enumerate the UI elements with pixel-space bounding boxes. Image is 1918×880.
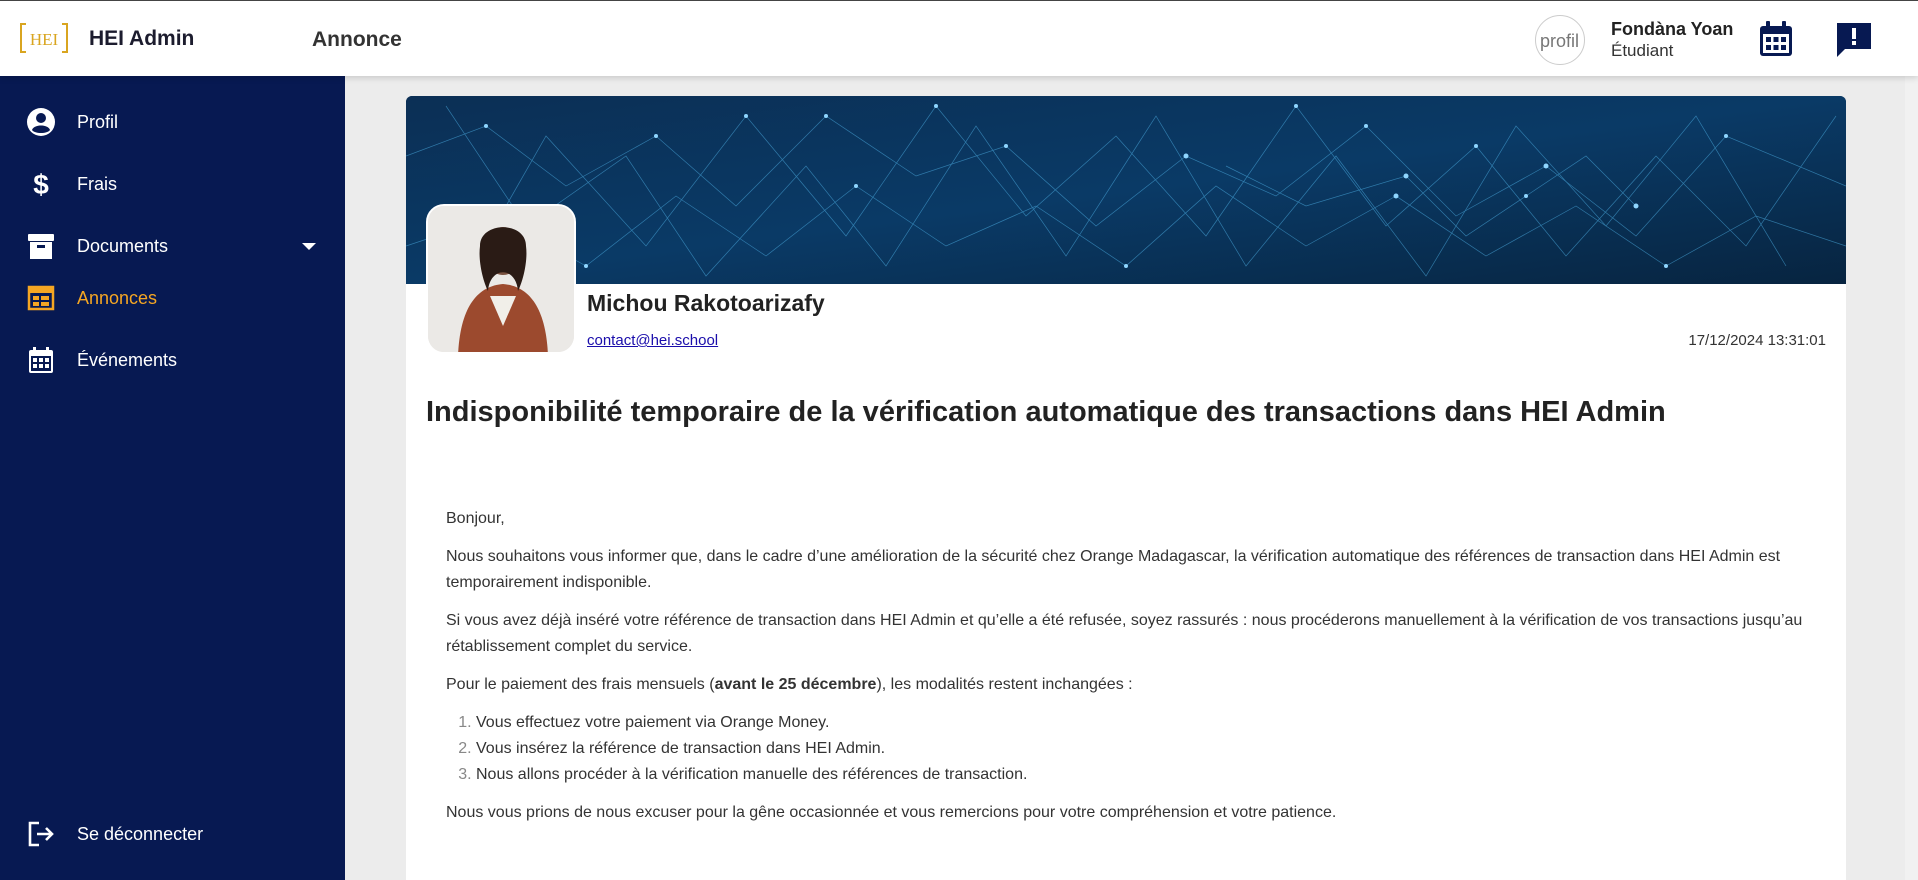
hei-logo: HEI (20, 23, 68, 53)
sidebar: Profil $ Frais Documents Annonces Événem… (0, 76, 345, 880)
list-item: Vous insérez la référence de transaction… (476, 736, 1826, 762)
user-name: Fondàna Yoan (1611, 19, 1734, 39)
author-name: Michou Rakotoarizafy (587, 290, 825, 316)
post-paragraph: Si vous avez déjà inséré votre référence… (446, 612, 1803, 655)
sidebar-item-label: Profil (77, 111, 119, 132)
sidebar-item-profil[interactable]: Profil (0, 98, 345, 146)
sidebar-item-documents[interactable]: Documents (0, 222, 345, 270)
logout-label: Se déconnecter (77, 823, 204, 844)
sidebar-item-label: Annonces (77, 287, 158, 308)
author-email-link[interactable]: contact@hei.school (587, 332, 718, 349)
top-bar: HEI HEI Admin Annonce profil Fondàna Yoa… (0, 0, 1918, 76)
svg-text:HEI: HEI (30, 30, 59, 49)
avatar-alt-text: profil (1540, 31, 1580, 51)
author-photo (426, 204, 576, 354)
calendar-icon (29, 347, 53, 373)
list-item: Nous allons procéder à la vérification m… (476, 762, 1826, 788)
post-body: Bonjour, Nous souhaitons vous informer q… (446, 506, 1826, 838)
post-paragraph: Pour le paiement des frais mensuels (ava… (446, 672, 1826, 698)
sidebar-item-label: Événements (77, 349, 178, 370)
sidebar-item-evenements[interactable]: Événements (0, 336, 345, 384)
chevron-down-icon[interactable] (302, 242, 316, 250)
logout-icon (28, 821, 54, 847)
sidebar-item-frais[interactable]: $ Frais (0, 160, 345, 208)
svg-text:$: $ (33, 169, 49, 199)
post-date: 17/12/2024 13:31:01 (1688, 332, 1826, 349)
brand-name: HEI Admin (89, 27, 195, 50)
sidebar-item-label: Documents (77, 235, 169, 256)
sidebar-item-label: Frais (77, 173, 117, 194)
page-title: Annonce (312, 28, 402, 51)
user-role: Étudiant (1611, 41, 1674, 60)
sidebar-item-annonces[interactable]: Annonces (0, 274, 345, 322)
logout-button[interactable]: Se déconnecter (0, 810, 345, 858)
announcement-card: Michou Rakotoarizafy contact@hei.school … (406, 96, 1846, 880)
archive-icon (28, 234, 54, 259)
post-deadline: avant le 25 décembre (714, 676, 877, 693)
account-circle-icon (27, 108, 55, 136)
dollar-icon: $ (33, 169, 49, 199)
post-paragraph: Nous souhaitons vous informer que, dans … (446, 548, 1781, 591)
network-banner-image (406, 96, 1846, 284)
post-text: ), les modalités restent inchangées : (876, 676, 1133, 693)
avatar[interactable]: profil (1535, 15, 1585, 65)
announcement-icon (27, 285, 55, 311)
post-title: Indisponibilité temporaire de la vérific… (426, 396, 1666, 428)
post-text: Pour le paiement des frais mensuels ( (446, 676, 715, 693)
calendar-icon[interactable] (1756, 19, 1796, 59)
post-greeting: Bonjour, (446, 510, 505, 527)
scrollbar[interactable] (1905, 76, 1918, 880)
list-item: Vous effectuez votre paiement via Orange… (476, 710, 1826, 736)
feedback-icon[interactable] (1834, 19, 1874, 59)
steps-list: Vous effectuez votre paiement via Orange… (476, 710, 1826, 788)
post-closing: Nous vous prions de nous excuser pour la… (446, 804, 1337, 821)
